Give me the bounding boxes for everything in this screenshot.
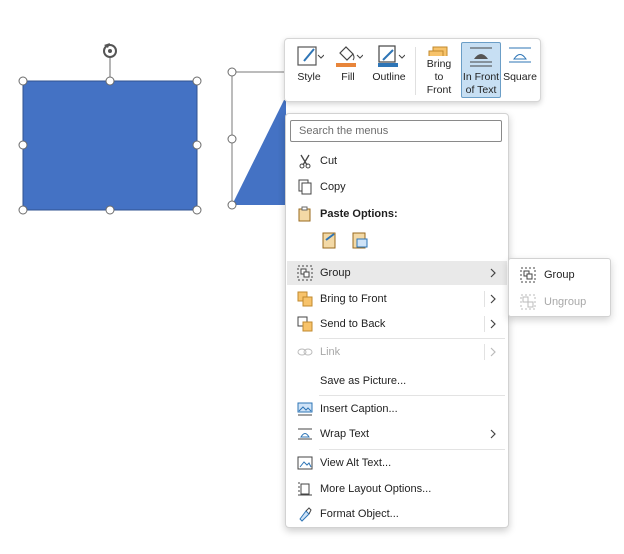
view-alt-text-label: View Alt Text... — [320, 457, 392, 469]
rectangle-shape[interactable] — [22, 80, 198, 211]
menu-item-bring-to-front[interactable]: Bring to Front — [287, 287, 507, 311]
style-button[interactable]: Style — [291, 43, 327, 97]
chevron-right-icon — [490, 429, 496, 439]
bring-to-front-label: Bring to Front — [320, 293, 387, 305]
alt-text-icon — [297, 456, 313, 470]
send-to-back-icon — [297, 316, 313, 332]
menu-item-send-to-back[interactable]: Send to Back — [287, 312, 507, 336]
split-divider — [484, 344, 485, 360]
menu-item-cut[interactable]: Cut — [287, 149, 507, 173]
format-brush-icon — [299, 507, 312, 522]
menu-separator — [319, 395, 505, 396]
outline-button[interactable]: Outline — [369, 43, 409, 97]
group-submenu: Group Ungroup — [508, 258, 611, 317]
copy-label: Copy — [320, 181, 346, 193]
menu-separator — [319, 449, 505, 450]
insert-caption-label: Insert Caption... — [320, 403, 398, 415]
save-as-picture-label: Save as Picture... — [320, 375, 407, 387]
in-front-of-text-button[interactable]: In Front of Text — [461, 42, 501, 98]
split-divider — [484, 316, 485, 332]
chevron-right-icon[interactable] — [489, 316, 499, 332]
send-to-back-label: Send to Back — [320, 318, 386, 330]
cut-label: Cut — [320, 155, 338, 167]
bring-to-front-label: Bring to Front — [426, 58, 452, 96]
submenu-item-group[interactable]: Group — [510, 263, 609, 287]
wrap-text-icon — [298, 428, 312, 440]
group-icon — [520, 267, 536, 283]
more-layout-options-label: More Layout Options... — [320, 483, 432, 495]
square-wrap-button[interactable]: Square — [503, 43, 537, 97]
fill-button[interactable]: Fill — [331, 43, 365, 97]
in-front-of-text-icon — [470, 47, 492, 67]
trapezoid-shape[interactable] — [232, 100, 286, 205]
toolbar-divider — [415, 47, 416, 95]
copy-icon — [298, 179, 312, 195]
scissors-icon — [299, 154, 311, 169]
split-divider — [484, 291, 485, 307]
bring-to-front-button[interactable]: Bring to Front — [421, 43, 457, 97]
wrap-text-label: Wrap Text — [320, 428, 370, 440]
submenu-group-label: Group — [544, 269, 575, 281]
square-label: Square — [503, 71, 537, 83]
menu-item-copy[interactable]: Copy — [287, 175, 507, 199]
paste-options-header: Paste Options: — [287, 202, 507, 226]
menu-item-save-as-picture[interactable]: Save as Picture... — [287, 369, 507, 393]
outline-pen-icon — [378, 45, 405, 67]
chevron-right-icon[interactable] — [489, 291, 499, 307]
outline-label: Outline — [372, 71, 406, 83]
menu-item-link: Link — [287, 340, 507, 364]
submenu-item-ungroup: Ungroup — [510, 290, 609, 314]
bring-to-front-icon — [297, 291, 313, 307]
in-front-of-text-label: In Front of Text — [462, 71, 500, 96]
menu-item-more-layout-options[interactable]: More Layout Options... — [287, 477, 507, 501]
menu-item-insert-caption[interactable]: Insert Caption... — [287, 397, 507, 421]
search-menus-input[interactable] — [290, 120, 502, 142]
chevron-right-icon — [490, 268, 496, 278]
style-label: Style — [297, 71, 321, 83]
ungroup-icon — [520, 294, 536, 310]
bring-to-front-icon — [428, 46, 448, 56]
square-wrap-icon — [509, 47, 531, 63]
paste-options-label: Paste Options: — [320, 208, 398, 220]
menu-item-group[interactable]: Group — [287, 261, 507, 285]
fill-label: Fill — [341, 71, 355, 83]
format-object-label: Format Object... — [320, 508, 399, 520]
style-icon — [297, 46, 324, 66]
paste-keep-source-icon[interactable] — [320, 230, 340, 252]
group-label: Group — [320, 267, 351, 279]
insert-caption-icon — [297, 402, 313, 416]
menu-item-view-alt-text[interactable]: View Alt Text... — [287, 451, 507, 475]
rotate-handle-icon[interactable] — [103, 43, 117, 58]
paint-bucket-icon — [336, 46, 363, 67]
menu-item-wrap-text[interactable]: Wrap Text — [287, 422, 507, 446]
link-label: Link — [320, 346, 341, 358]
chevron-right-icon — [490, 347, 496, 357]
menu-item-format-object[interactable]: Format Object... — [287, 502, 507, 526]
clipboard-icon — [298, 206, 311, 222]
menu-separator — [319, 338, 505, 339]
context-menu: Cut Copy Paste Options: Group — [285, 113, 509, 528]
layout-options-icon — [298, 482, 312, 496]
group-icon — [297, 265, 313, 281]
submenu-ungroup-label: Ungroup — [544, 296, 587, 308]
link-icon — [297, 348, 313, 356]
mini-toolbar: Style Fill Outline Bring to Front In Fro… — [284, 38, 541, 102]
paste-as-picture-icon[interactable] — [350, 230, 370, 252]
